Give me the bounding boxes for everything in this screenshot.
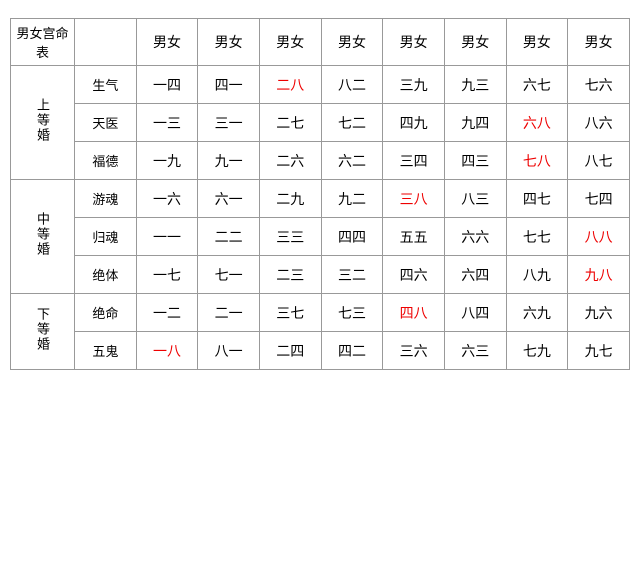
col-header-1: 男女 <box>198 19 260 66</box>
cell-0-1-6: 六八 <box>506 104 568 142</box>
cell-1-0-4: 三八 <box>383 180 445 218</box>
cell-1-2-3: 三二 <box>321 256 383 294</box>
cell-2-1-2: 二四 <box>259 332 321 370</box>
cell-2-1-6: 七九 <box>506 332 568 370</box>
col-header-6: 男女 <box>506 19 568 66</box>
cell-0-2-3: 六二 <box>321 142 383 180</box>
tier-header: 男女宫命表 <box>11 19 75 66</box>
cell-2-1-4: 三六 <box>383 332 445 370</box>
col-header-7: 男女 <box>568 19 630 66</box>
cell-0-1-7: 八六 <box>568 104 630 142</box>
sub-label-1-0: 游魂 <box>75 180 137 218</box>
col-header-0: 男女 <box>136 19 198 66</box>
sub-label-2-1: 五鬼 <box>75 332 137 370</box>
sub-label-0-1: 天医 <box>75 104 137 142</box>
cell-1-2-7: 九八 <box>568 256 630 294</box>
col-header-5: 男女 <box>444 19 506 66</box>
cell-0-2-6: 七八 <box>506 142 568 180</box>
cell-1-1-0: 一一 <box>136 218 198 256</box>
cell-1-1-5: 六六 <box>444 218 506 256</box>
cell-1-0-5: 八三 <box>444 180 506 218</box>
cell-1-1-2: 三三 <box>259 218 321 256</box>
cell-1-0-7: 七四 <box>568 180 630 218</box>
cell-1-0-1: 六一 <box>198 180 260 218</box>
cell-0-2-2: 二六 <box>259 142 321 180</box>
cell-0-1-5: 九四 <box>444 104 506 142</box>
cell-0-0-4: 三九 <box>383 66 445 104</box>
cell-2-1-5: 六三 <box>444 332 506 370</box>
cell-1-1-6: 七七 <box>506 218 568 256</box>
cell-0-0-6: 六七 <box>506 66 568 104</box>
cell-0-1-1: 三一 <box>198 104 260 142</box>
cell-2-0-2: 三七 <box>259 294 321 332</box>
table-row: 绝体一七七一二三三二四六六四八九九八 <box>11 256 630 294</box>
cell-1-0-3: 九二 <box>321 180 383 218</box>
tier-label-2: 下等婚 <box>11 294 75 370</box>
cell-1-1-4: 五五 <box>383 218 445 256</box>
cell-1-2-4: 四六 <box>383 256 445 294</box>
sub-label-2-0: 绝命 <box>75 294 137 332</box>
col-header-2: 男女 <box>259 19 321 66</box>
cell-1-0-2: 二九 <box>259 180 321 218</box>
cell-0-2-4: 三四 <box>383 142 445 180</box>
cell-1-1-7: 八八 <box>568 218 630 256</box>
cell-2-0-3: 七三 <box>321 294 383 332</box>
table-row: 归魂一一二二三三四四五五六六七七八八 <box>11 218 630 256</box>
table-row: 上等婚生气一四四一二八八二三九九三六七七六 <box>11 66 630 104</box>
cell-0-0-0: 一四 <box>136 66 198 104</box>
cell-0-1-4: 四九 <box>383 104 445 142</box>
cell-2-1-7: 九七 <box>568 332 630 370</box>
cell-1-0-0: 一六 <box>136 180 198 218</box>
cell-2-0-6: 六九 <box>506 294 568 332</box>
sublabel-header <box>75 19 137 66</box>
cell-0-2-1: 九一 <box>198 142 260 180</box>
cell-1-1-3: 四四 <box>321 218 383 256</box>
cell-2-0-7: 九六 <box>568 294 630 332</box>
cell-1-0-6: 四七 <box>506 180 568 218</box>
cell-1-2-1: 七一 <box>198 256 260 294</box>
col-header-4: 男女 <box>383 19 445 66</box>
table-row: 福德一九九一二六六二三四四三七八八七 <box>11 142 630 180</box>
table-row: 中等婚游魂一六六一二九九二三八八三四七七四 <box>11 180 630 218</box>
table-row: 五鬼一八八一二四四二三六六三七九九七 <box>11 332 630 370</box>
sub-label-0-0: 生气 <box>75 66 137 104</box>
tier-label-0: 上等婚 <box>11 66 75 180</box>
cell-1-2-5: 六四 <box>444 256 506 294</box>
cell-0-0-7: 七六 <box>568 66 630 104</box>
cell-2-0-0: 一二 <box>136 294 198 332</box>
cell-1-2-6: 八九 <box>506 256 568 294</box>
cell-0-1-2: 二七 <box>259 104 321 142</box>
cell-2-1-1: 八一 <box>198 332 260 370</box>
cell-0-2-7: 八七 <box>568 142 630 180</box>
tier-label-1: 中等婚 <box>11 180 75 294</box>
cell-2-0-5: 八四 <box>444 294 506 332</box>
cell-2-1-0: 一八 <box>136 332 198 370</box>
cell-0-0-5: 九三 <box>444 66 506 104</box>
cell-0-0-1: 四一 <box>198 66 260 104</box>
cell-0-1-3: 七二 <box>321 104 383 142</box>
table-row: 下等婚绝命一二二一三七七三四八八四六九九六 <box>11 294 630 332</box>
cell-1-1-1: 二二 <box>198 218 260 256</box>
cell-0-0-3: 八二 <box>321 66 383 104</box>
cell-1-2-2: 二三 <box>259 256 321 294</box>
cell-1-2-0: 一七 <box>136 256 198 294</box>
cell-0-2-5: 四三 <box>444 142 506 180</box>
cell-0-1-0: 一三 <box>136 104 198 142</box>
col-header-3: 男女 <box>321 19 383 66</box>
cell-2-0-1: 二一 <box>198 294 260 332</box>
sub-label-1-1: 归魂 <box>75 218 137 256</box>
sub-label-1-2: 绝体 <box>75 256 137 294</box>
cell-2-1-3: 四二 <box>321 332 383 370</box>
table-row: 天医一三三一二七七二四九九四六八八六 <box>11 104 630 142</box>
sub-label-0-2: 福德 <box>75 142 137 180</box>
cell-0-2-0: 一九 <box>136 142 198 180</box>
cell-0-0-2: 二八 <box>259 66 321 104</box>
cell-2-0-4: 四八 <box>383 294 445 332</box>
